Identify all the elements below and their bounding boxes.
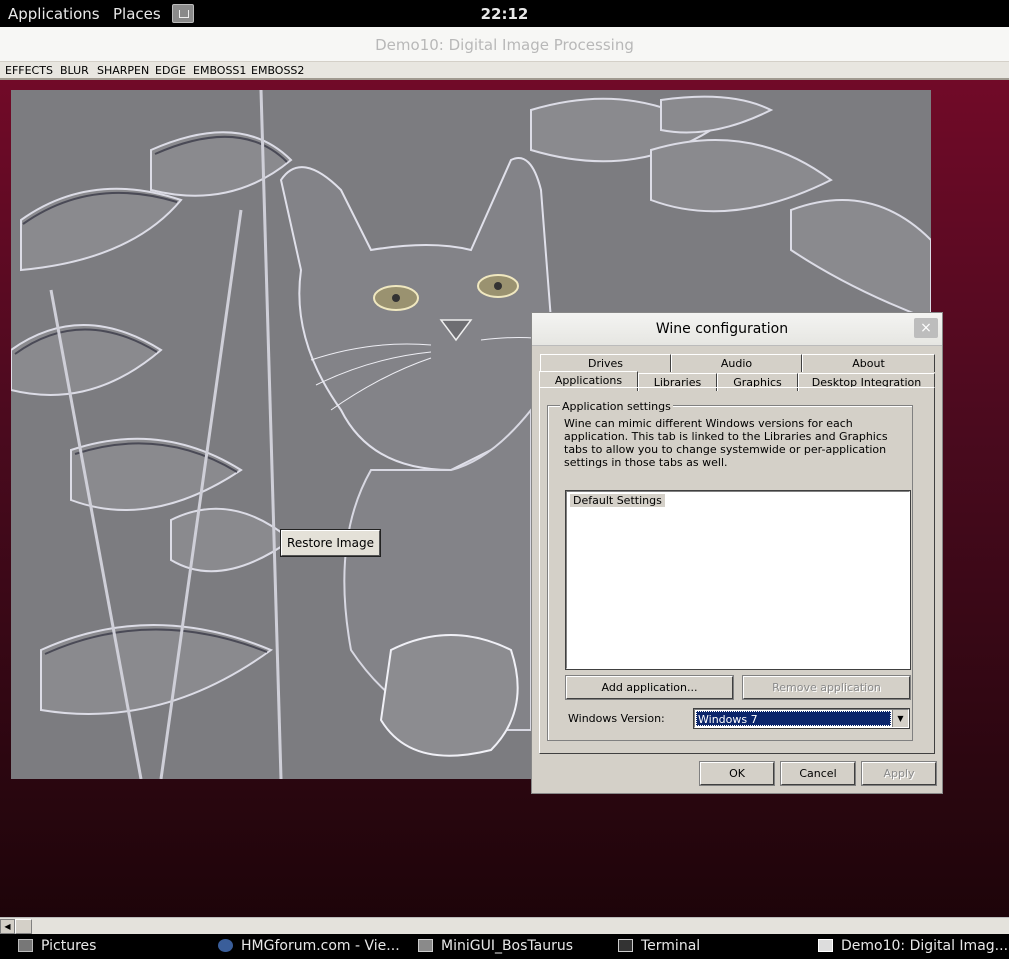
- wine-titlebar[interactable]: Wine configuration ×: [532, 313, 942, 346]
- dropdown-arrow-icon[interactable]: ▼: [892, 710, 908, 727]
- tab-audio[interactable]: Audio: [671, 354, 802, 372]
- wine-config-dialog: Wine configuration × Drives Audio About …: [531, 312, 943, 794]
- close-button[interactable]: ×: [914, 318, 938, 338]
- menu-emboss1[interactable]: EMBOSS1: [193, 64, 246, 77]
- application-list[interactable]: Default Settings: [565, 490, 911, 670]
- menu-blur[interactable]: BLUR: [60, 64, 89, 77]
- scroll-thumb[interactable]: [15, 919, 32, 934]
- menu-sharpen[interactable]: SHARPEN: [97, 64, 149, 77]
- app-window-title: Demo10: Digital Image Processing: [375, 36, 634, 54]
- cancel-button[interactable]: Cancel: [780, 761, 856, 786]
- app-titlebar: Demo10: Digital Image Processing: [0, 27, 1009, 62]
- menu-emboss2[interactable]: EMBOSS2: [251, 64, 304, 77]
- horizontal-scrollbar[interactable]: ◀: [0, 917, 1009, 934]
- terminal-icon: [618, 939, 633, 952]
- taskbar-label: Pictures: [41, 938, 97, 954]
- remove-application-button[interactable]: Remove application: [742, 675, 911, 700]
- folder-icon: [418, 939, 433, 952]
- taskbar-label: Terminal: [641, 938, 701, 954]
- taskbar-item-terminal[interactable]: Terminal: [618, 938, 700, 954]
- menu-edge[interactable]: EDGE: [155, 64, 186, 77]
- apply-button[interactable]: Apply: [861, 761, 937, 786]
- taskbar: Pictures HMGforum.com - Vie... MiniGUI_B…: [0, 934, 1009, 959]
- tab-about[interactable]: About: [802, 354, 935, 372]
- windows-version-select[interactable]: Windows 7 ▼: [693, 708, 910, 729]
- restore-image-button[interactable]: Restore Image: [280, 529, 381, 557]
- list-item[interactable]: Default Settings: [570, 494, 665, 507]
- menu-effects[interactable]: EFFECTS: [5, 64, 53, 77]
- description-text: Wine can mimic different Windows version…: [564, 417, 888, 469]
- clock[interactable]: 22:12: [0, 5, 1009, 23]
- wine-dialog-title: Wine configuration: [655, 321, 789, 337]
- add-application-button[interactable]: Add application...: [565, 675, 734, 700]
- windows-version-label: Windows Version:: [568, 712, 665, 725]
- taskbar-item-pictures[interactable]: Pictures: [18, 938, 96, 954]
- taskbar-item-browser[interactable]: HMGforum.com - Vie...: [218, 938, 400, 954]
- group-label: Application settings: [560, 400, 673, 413]
- taskbar-label: Demo10: Digital Imag...: [841, 938, 1009, 954]
- window-icon: [818, 939, 833, 952]
- top-panel: Applications Places 22:12: [0, 0, 1009, 27]
- ok-button[interactable]: OK: [699, 761, 775, 786]
- tab-drives[interactable]: Drives: [540, 354, 671, 372]
- taskbar-label: HMGforum.com - Vie...: [241, 938, 400, 954]
- camera-icon: [18, 939, 33, 952]
- app-menubar: EFFECTS BLUR SHARPEN EDGE EMBOSS1 EMBOSS…: [0, 62, 1009, 80]
- taskbar-label: MiniGUI_BosTaurus: [441, 938, 574, 954]
- globe-icon: [218, 939, 233, 952]
- scroll-left-arrow-icon[interactable]: ◀: [0, 919, 15, 934]
- windows-version-value: Windows 7: [696, 711, 891, 726]
- taskbar-item-folder[interactable]: MiniGUI_BosTaurus: [418, 938, 573, 954]
- taskbar-item-demo10[interactable]: Demo10: Digital Imag...: [818, 938, 1008, 954]
